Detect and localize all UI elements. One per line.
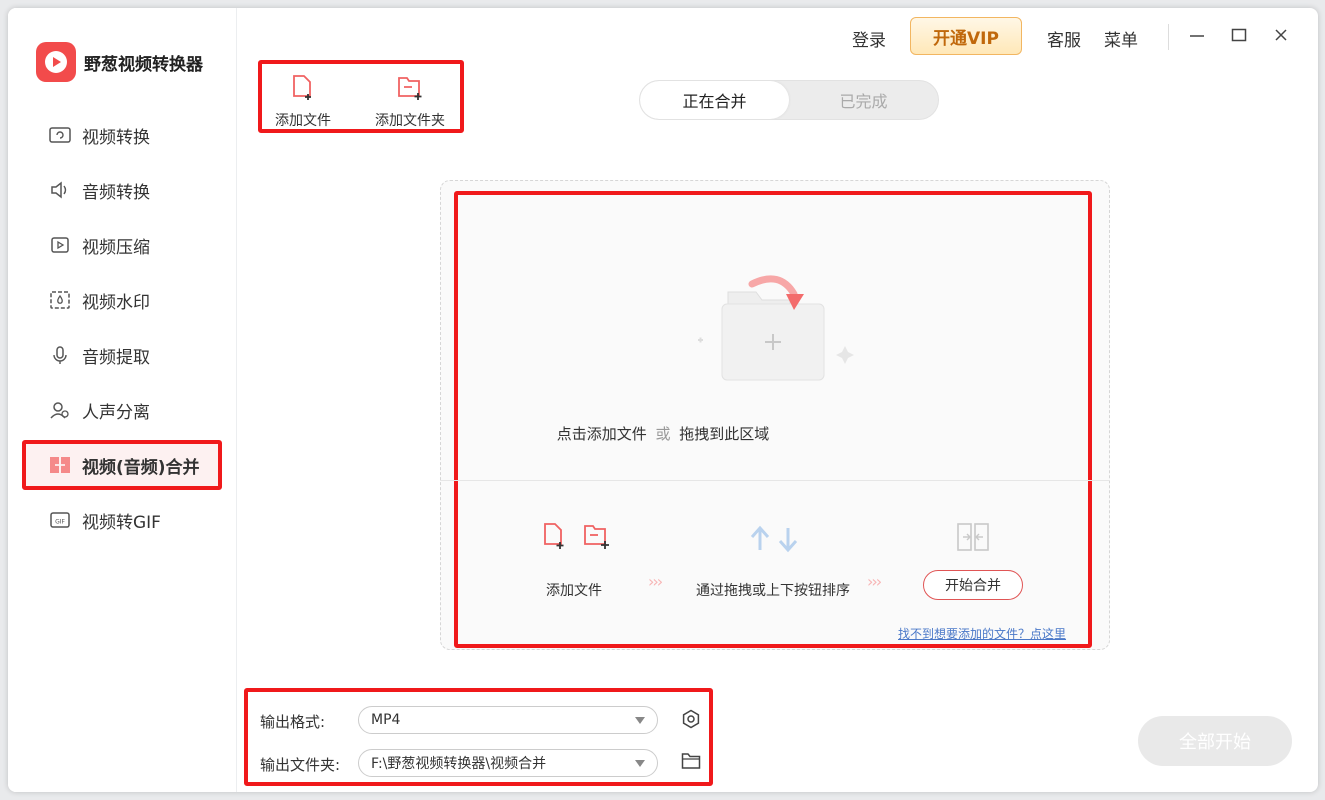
- step-sort-label: 通过拖拽或上下按钮排序: [696, 583, 850, 599]
- tab-done[interactable]: 已完成: [789, 81, 938, 119]
- tab-merging[interactable]: 正在合并: [640, 81, 789, 119]
- output-format-label: 输出格式:: [260, 713, 326, 731]
- svg-text:GIF: GIF: [55, 519, 65, 526]
- dropzone-hint: 点击添加文件 或 拖拽到此区域: [8, 423, 1318, 444]
- app-logo-icon: [36, 42, 76, 82]
- audio-convert-icon: [48, 178, 72, 202]
- settings-gear-icon[interactable]: [681, 709, 701, 733]
- hint-drag: 拖拽到此区域: [679, 425, 770, 443]
- add-folder-icon: [375, 74, 445, 106]
- step-add-file-icon: [541, 522, 569, 556]
- sidebar-item-label: 视频转GIF: [82, 512, 161, 533]
- sidebar-item-merge[interactable]: 视频(音频)合并: [22, 440, 222, 490]
- app-window: 野葱视频转换器 视频转换 音频转换 视频压缩 视频水印 音频提取 人声分离 视频…: [8, 8, 1318, 792]
- sidebar-item-audio-extract[interactable]: 音频提取: [22, 330, 222, 380]
- sidebar-nav: 视频转换 音频转换 视频压缩 视频水印 音频提取 人声分离 视频(音频)合并 G…: [22, 110, 222, 550]
- audio-extract-icon: [48, 343, 72, 367]
- merge-step-icon: [956, 522, 990, 558]
- start-all-button[interactable]: 全部开始: [1138, 716, 1292, 766]
- video-compress-icon: [48, 233, 72, 257]
- voice-separate-icon: [48, 398, 72, 422]
- sidebar-item-label: 视频压缩: [82, 237, 150, 258]
- sort-arrows-icon: [748, 524, 804, 558]
- sidebar-item-label: 人声分离: [82, 402, 150, 423]
- sidebar-item-label: 音频转换: [82, 182, 150, 203]
- hint-click[interactable]: 点击添加文件: [557, 425, 647, 443]
- toolbar: 添加文件 添加文件夹: [258, 60, 464, 133]
- app-name: 野葱视频转换器: [84, 54, 203, 75]
- dropzone-divider: [440, 480, 1110, 481]
- add-folder-button[interactable]: 添加文件夹: [375, 74, 445, 130]
- output-format-select[interactable]: MP4: [358, 706, 658, 734]
- maximize-icon[interactable]: [1230, 26, 1248, 49]
- gif-icon: GIF: [48, 508, 72, 532]
- sidebar-item-label: 视频水印: [82, 292, 150, 313]
- add-file-button[interactable]: 添加文件: [275, 74, 331, 130]
- sidebar-item-gif[interactable]: GIF 视频转GIF: [22, 495, 222, 545]
- close-icon[interactable]: [1272, 26, 1290, 49]
- chevron-down-icon: [635, 717, 645, 724]
- output-folder-label: 输出文件夹:: [260, 756, 341, 774]
- sidebar-item-label: 视频(音频)合并: [82, 457, 200, 478]
- add-folder-label: 添加文件夹: [375, 113, 445, 129]
- sidebar-item-video-compress[interactable]: 视频压缩: [22, 220, 222, 270]
- step-add-file-label: 添加文件: [546, 583, 602, 599]
- help-link[interactable]: 找不到想要添加的文件？点这里: [898, 625, 1066, 642]
- folder-icon[interactable]: [681, 752, 701, 774]
- step-arrow-icon: ›››: [648, 572, 663, 591]
- login-link[interactable]: 登录: [852, 26, 886, 51]
- output-folder-value: F:\野葱视频转换器\视频合并: [371, 756, 547, 772]
- video-convert-icon: [48, 123, 72, 147]
- add-file-icon: [275, 74, 331, 106]
- output-folder-select[interactable]: F:\野葱视频转换器\视频合并: [358, 749, 658, 777]
- watermark-icon: [48, 288, 72, 312]
- chevron-down-icon: [635, 760, 645, 767]
- step-arrow-icon: ›››: [867, 572, 882, 591]
- start-merge-button[interactable]: 开始合并: [923, 570, 1023, 600]
- status-tabs: 正在合并 已完成: [639, 80, 939, 120]
- folder-drop-icon: [694, 270, 864, 394]
- titlebar-divider: [1168, 24, 1169, 50]
- sidebar: 野葱视频转换器 视频转换 音频转换 视频压缩 视频水印 音频提取 人声分离 视频…: [8, 8, 237, 792]
- support-link[interactable]: 客服: [1047, 26, 1081, 51]
- sidebar-item-label: 音频提取: [82, 347, 150, 368]
- sidebar-item-audio-convert[interactable]: 音频转换: [22, 165, 222, 215]
- brand: 野葱视频转换器: [36, 42, 203, 82]
- add-file-label: 添加文件: [275, 113, 331, 129]
- minimize-icon[interactable]: [1188, 26, 1206, 49]
- sidebar-item-label: 视频转换: [82, 127, 150, 148]
- sidebar-item-watermark[interactable]: 视频水印: [22, 275, 222, 325]
- output-format-value: MP4: [371, 712, 401, 728]
- hint-or: 或: [655, 425, 671, 443]
- merge-icon: [48, 453, 72, 477]
- sidebar-item-video-convert[interactable]: 视频转换: [22, 110, 222, 160]
- step-add-folder-icon: [582, 522, 612, 556]
- menu-link[interactable]: 菜单: [1104, 26, 1138, 51]
- vip-button[interactable]: 开通VIP: [910, 17, 1022, 55]
